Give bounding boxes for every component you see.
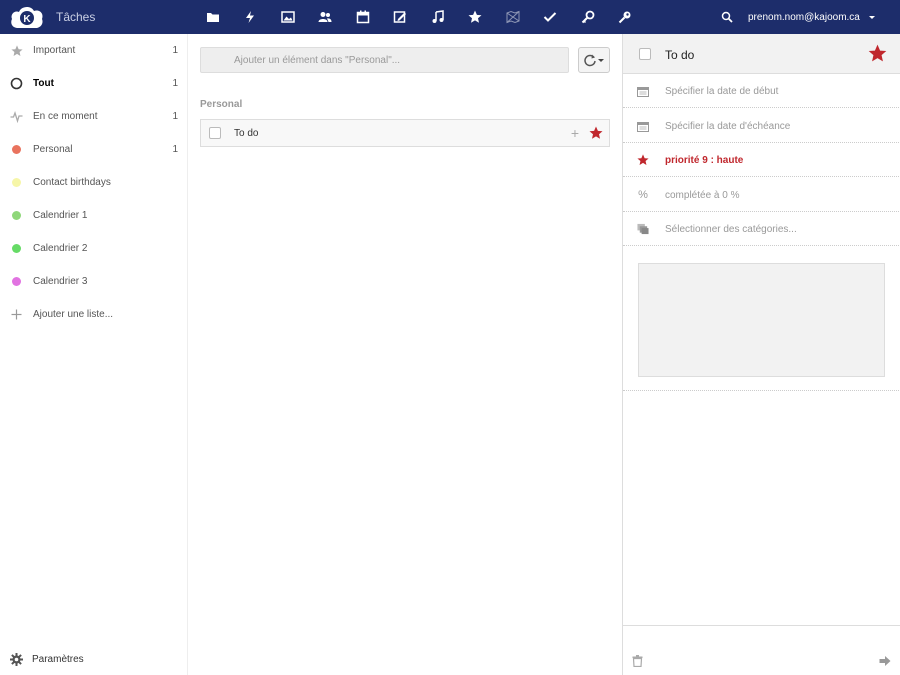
add-subtask-icon[interactable]: + — [569, 126, 581, 140]
sidebar-item-label: Important — [33, 45, 76, 56]
sidebar-item-contact-birthdays[interactable]: Contact birthdays — [0, 166, 187, 199]
categories-icon — [637, 223, 649, 235]
gear-icon — [10, 653, 23, 666]
sidebar-item-count: 1 — [172, 78, 178, 89]
app-navigation — [194, 6, 644, 28]
due-date-row[interactable]: Spécifier la date d'échéance — [623, 109, 900, 143]
gallery-icon[interactable] — [269, 6, 307, 28]
svg-text:K: K — [23, 14, 31, 25]
notes-textarea[interactable] — [638, 263, 885, 377]
list-color-dot — [10, 143, 23, 156]
passwords-icon[interactable] — [569, 6, 607, 28]
details-title[interactable]: To do — [665, 48, 694, 62]
calendar-icon[interactable] — [344, 6, 382, 28]
completion-label: complétée à 0 % — [665, 190, 740, 201]
top-bar: K Tâches prenom.nom@kajoom.ca — [0, 0, 900, 34]
activity-icon[interactable] — [232, 6, 270, 28]
sidebar-item-all[interactable]: Tout 1 — [0, 67, 187, 100]
sidebar-item-label: Personal — [33, 144, 73, 155]
keys-icon[interactable] — [607, 6, 645, 28]
sidebar-item-important[interactable]: Important 1 — [0, 34, 187, 67]
sidebar-item-count: 1 — [172, 111, 178, 122]
app-logo[interactable]: K — [9, 4, 45, 30]
sidebar-item-calendrier-2[interactable]: Calendrier 2 — [0, 232, 187, 265]
star-icon — [10, 44, 23, 57]
sidebar: Important 1 Tout 1 En ce moment 1 Person… — [0, 34, 188, 675]
sidebar-item-count: 1 — [172, 45, 178, 56]
sidebar-item-label: Calendrier 3 — [33, 276, 88, 287]
priority-row[interactable]: priorité 9 : haute — [623, 143, 900, 177]
pulse-icon — [10, 110, 23, 123]
chevron-down-icon[interactable] — [869, 16, 875, 19]
star-icon[interactable] — [589, 126, 603, 140]
music-icon[interactable] — [419, 6, 457, 28]
details-header: To do — [623, 34, 900, 74]
sidebar-item-label: Calendrier 2 — [33, 243, 88, 254]
task-list-panel: Personal To do + — [188, 34, 622, 675]
star-icon — [637, 154, 649, 166]
calendar-icon — [637, 85, 649, 97]
categories-label: Sélectionner des catégories... — [665, 224, 797, 235]
sidebar-item-calendrier-3[interactable]: Calendrier 3 — [0, 265, 187, 298]
add-list-button[interactable]: Ajouter une liste... — [0, 298, 187, 331]
start-date-label: Spécifier la date de début — [665, 86, 779, 97]
add-task-input[interactable] — [200, 47, 569, 73]
completion-row[interactable]: % complétée à 0 % — [623, 178, 900, 212]
task-details-panel: To do Spécifier la date de début Spécifi… — [622, 34, 900, 675]
app-name: Tâches — [56, 10, 96, 24]
percent-icon: % — [638, 189, 648, 201]
search-icon[interactable] — [721, 11, 733, 23]
sidebar-item-label: Contact birthdays — [33, 177, 111, 188]
notes-section — [623, 247, 900, 391]
task-checkbox[interactable] — [209, 127, 221, 139]
sidebar-item-label: Calendrier 1 — [33, 210, 88, 221]
list-color-dot — [10, 275, 23, 288]
contacts-icon[interactable] — [307, 6, 345, 28]
plus-icon — [10, 308, 23, 321]
list-color-dot — [10, 176, 23, 189]
chevron-down-icon — [598, 59, 604, 62]
close-details-icon[interactable] — [879, 655, 891, 667]
files-icon[interactable] — [194, 6, 232, 28]
sidebar-item-current[interactable]: En ce moment 1 — [0, 100, 187, 133]
refresh-icon — [584, 54, 596, 67]
sidebar-item-personal[interactable]: Personal 1 — [0, 133, 187, 166]
categories-row[interactable]: Sélectionner des catégories... — [623, 212, 900, 246]
settings-label: Paramètres — [32, 654, 84, 665]
list-heading: Personal — [200, 99, 243, 110]
start-date-row[interactable]: Spécifier la date de début — [623, 74, 900, 108]
due-date-label: Spécifier la date d'échéance — [665, 121, 791, 132]
priority-label: priorité 9 : haute — [665, 155, 744, 166]
bookmarks-icon[interactable] — [457, 6, 495, 28]
sidebar-item-calendrier-1[interactable]: Calendrier 1 — [0, 199, 187, 232]
sidebar-item-label: Tout — [33, 78, 54, 89]
settings-button[interactable]: Paramètres — [0, 646, 187, 674]
user-menu[interactable]: prenom.nom@kajoom.ca — [748, 12, 860, 23]
sort-refresh-button[interactable] — [578, 47, 610, 73]
star-icon[interactable] — [868, 44, 887, 63]
notes-icon[interactable] — [382, 6, 420, 28]
map-icon[interactable] — [494, 6, 532, 28]
sidebar-item-count: 1 — [172, 144, 178, 155]
task-title[interactable]: To do — [234, 128, 258, 139]
tasks-icon[interactable] — [532, 6, 570, 28]
sidebar-item-label: En ce moment — [33, 111, 98, 122]
circle-icon — [10, 77, 23, 90]
list-color-dot — [10, 209, 23, 222]
calendar-icon — [637, 120, 649, 132]
list-color-dot — [10, 242, 23, 255]
details-checkbox[interactable] — [639, 48, 651, 60]
details-footer — [623, 625, 900, 675]
trash-icon[interactable] — [632, 655, 643, 668]
task-row[interactable]: To do + — [200, 119, 610, 147]
sidebar-item-label: Ajouter une liste... — [33, 309, 114, 320]
